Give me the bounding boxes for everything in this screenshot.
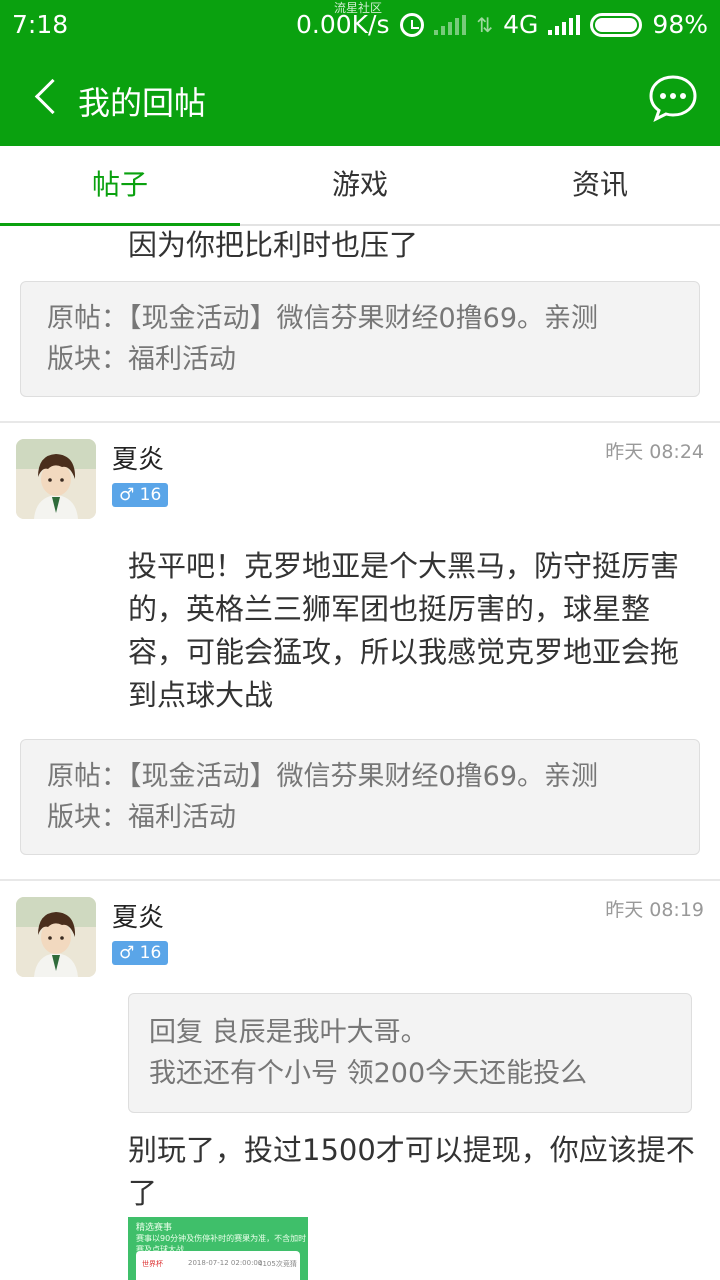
network-type: 4G — [503, 10, 539, 39]
reply-item[interactable]: 夏炎 ♂ 16 昨天 08:19 回复 良辰是我叶大哥。 我还还有个小号 领20… — [0, 881, 720, 1280]
data-arrows-icon: ⇅ — [476, 12, 494, 37]
battery-level — [595, 17, 637, 32]
avatar[interactable] — [16, 897, 96, 977]
gender-level-badge: ♂ 16 — [112, 941, 169, 965]
top-bar: 7:18 流星社区 0.00K/s ⇅ 4G 98% 我的回帖 — [0, 0, 720, 146]
reply-list[interactable]: 因为你把比利时也压了 原帖：【现金活动】微信芬果财经0撸69。亲测 版块：福利活… — [0, 228, 720, 1280]
app-bar: 我的回帖 — [0, 50, 720, 146]
gender-level-badge: ♂ 16 — [112, 483, 169, 507]
status-icons: ⇅ 4G 98% — [400, 10, 708, 39]
signal-sim2-icon — [548, 14, 581, 35]
reply-text: 投平吧！克罗地亚是个大黑马，防守挺厉害的，英格兰三狮军团也挺厉害的，球星整容，可… — [128, 549, 680, 712]
user-row: 夏炎 ♂ 16 昨天 08:19 — [0, 881, 720, 981]
battery-percent: 98% — [652, 10, 708, 39]
tab-bar: 帖子 游戏 资讯 — [0, 146, 720, 226]
reply-text: 别玩了，投过1500才可以提现，你应该提不了 — [128, 1133, 695, 1210]
origin-post-line: 原帖：【现金活动】微信芬果财经0撸69。亲测 — [47, 761, 599, 792]
chevron-left-icon[interactable] — [28, 78, 68, 118]
match-card: 世界杯 2018-07-12 02:00:00 4105次竞猜 vs — [136, 1251, 300, 1280]
page-title: 我的回帖 — [78, 84, 207, 122]
origin-section-line: 版块：福利活动 — [47, 802, 236, 833]
chat-bubble-icon[interactable] — [648, 74, 698, 122]
battery-icon — [590, 12, 643, 37]
origin-section-line: 版块：福利活动 — [47, 344, 236, 375]
match-bets: 4105次竞猜 — [258, 1260, 297, 1268]
reply-time: 昨天 08:19 — [605, 899, 704, 921]
origin-post-box[interactable]: 原帖：【现金活动】微信芬果财经0撸69。亲测 版块：福利活动 — [20, 281, 700, 397]
reply-item[interactable]: 夏炎 ♂ 16 昨天 08:24 投平吧！克罗地亚是个大黑马，防守挺厉害的，英格… — [0, 423, 720, 881]
user-row: 夏炎 ♂ 16 昨天 08:24 — [0, 423, 720, 523]
tab-news[interactable]: 资讯 — [480, 146, 720, 224]
network-speed: 0.00K/s — [296, 10, 390, 39]
tab-games[interactable]: 游戏 — [240, 146, 480, 224]
reply-item[interactable]: 因为你把比利时也压了 原帖：【现金活动】微信芬果财经0撸69。亲测 版块：福利活… — [0, 228, 720, 423]
quoted-reply-line: 我还还有个小号 领200今天还能投么 — [149, 1058, 588, 1089]
image-header: 精选赛事 — [136, 1223, 173, 1233]
reply-time: 昨天 08:24 — [605, 441, 704, 463]
reply-text: 因为你把比利时也压了 — [128, 228, 419, 262]
origin-post-line: 原帖：【现金活动】微信芬果财经0撸69。亲测 — [47, 303, 599, 334]
quoted-reply-box[interactable]: 回复 良辰是我叶大哥。 我还还有个小号 领200今天还能投么 — [128, 993, 692, 1113]
alarm-icon — [400, 12, 425, 37]
username[interactable]: 夏炎 — [112, 897, 164, 934]
match-league: 世界杯 — [142, 1260, 163, 1268]
origin-post-box[interactable]: 原帖：【现金活动】微信芬果财经0撸69。亲测 版块：福利活动 — [20, 739, 700, 855]
status-bar: 7:18 流星社区 0.00K/s ⇅ 4G 98% — [0, 0, 720, 50]
username[interactable]: 夏炎 — [112, 439, 164, 476]
match-datetime: 2018-07-12 02:00:00 — [188, 1259, 263, 1267]
avatar[interactable] — [16, 439, 96, 519]
status-time: 7:18 — [12, 10, 69, 39]
tab-posts[interactable]: 帖子 — [0, 146, 240, 226]
quoted-reply-line: 回复 良辰是我叶大哥。 — [149, 1017, 428, 1048]
signal-sim1-icon — [434, 14, 467, 35]
reply-image[interactable]: 精选赛事 赛事以90分钟及伤停补时的赛果为准，不含加时赛及点球大战 世界杯 20… — [128, 1217, 308, 1280]
